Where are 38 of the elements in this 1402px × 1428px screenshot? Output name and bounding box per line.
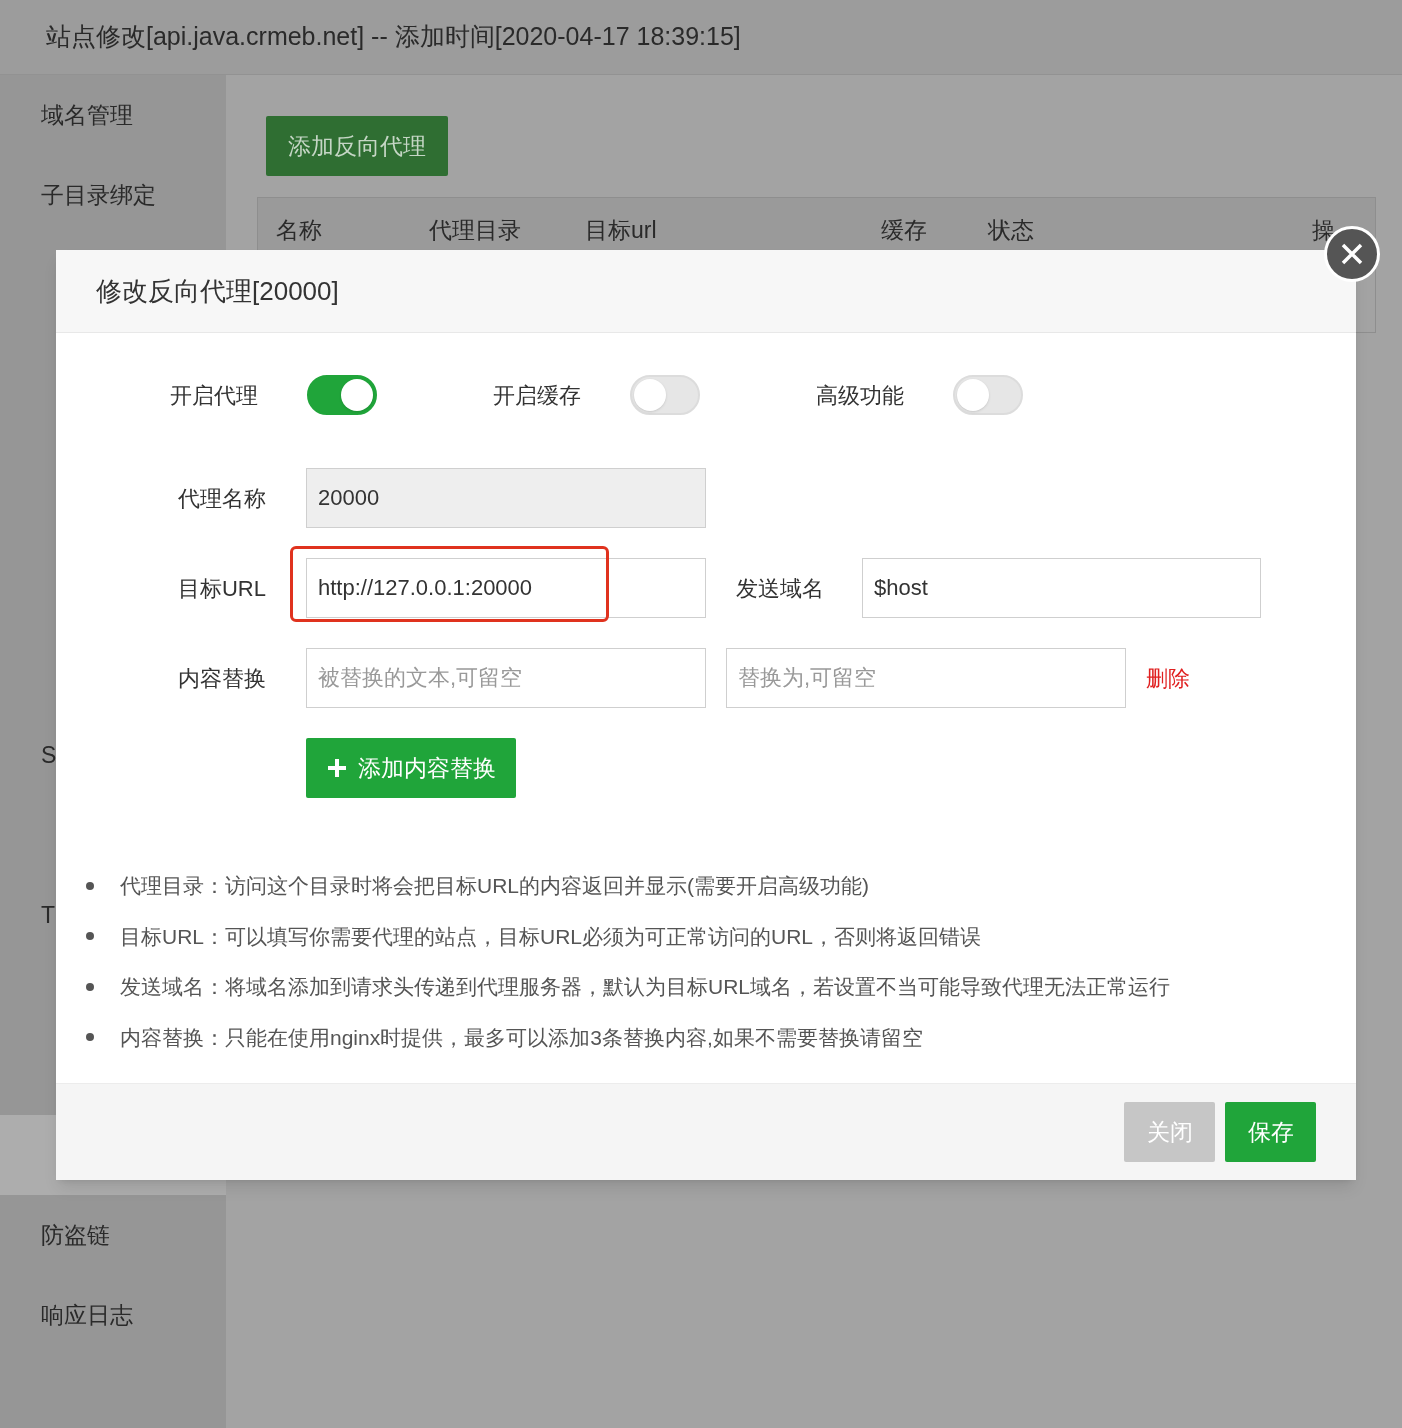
window-title: 站点修改[api.java.crmeb.net] -- 添加时间[2020-04-17 18:39:15] [46, 21, 741, 53]
field-label: 发送域名 [736, 574, 825, 603]
add-replacement-button[interactable]: 添加内容替换 [306, 738, 516, 798]
field-label: 代理名称 [177, 484, 266, 513]
field-label: 内容替换 [177, 664, 266, 693]
note-text: 目标URL：可以填写你需要代理的站点，目标URL必须为可正常访问的URL，否则将返回错误 [120, 923, 982, 950]
replace-from-field[interactable]: 被替换的文本,可留空 [306, 648, 706, 708]
sidebar-item[interactable]: 域名管理 [0, 75, 226, 155]
dialog-title: 修改反向代理[20000] [96, 274, 339, 308]
column-header: 状态 [988, 216, 1034, 243]
column-header: 代理目录 [429, 216, 521, 243]
column-header: 目标url [585, 216, 657, 243]
toggle-label: 开启代理 [170, 381, 259, 410]
note-text: 代理目录：访问这个目录时将会把目标URL的内容返回并显示(需要开启高级功能) [120, 873, 869, 899]
add-proxy-button[interactable]: 添加反向代理 [266, 116, 448, 176]
column-header: 操 [1312, 216, 1335, 243]
bullet-icon [86, 1033, 94, 1042]
toggle-label: 高级功能 [816, 381, 905, 410]
note-text: 发送域名：将域名添加到请求头传递到代理服务器，默认为目标URL域名，若设置不当可能导致代理无法正常运行 [120, 974, 1170, 1000]
field-label: 目标URL [177, 574, 266, 603]
host-field[interactable]: $host [862, 558, 1261, 618]
replace-to-field[interactable]: 替换为,可留空 [726, 648, 1126, 708]
sidebar-item[interactable]: 防盗链 [0, 1195, 226, 1275]
sidebar-item[interactable]: 响应日志 [0, 1275, 226, 1355]
bullet-icon [86, 982, 94, 991]
sidebar-item[interactable]: 子目录绑定 [0, 155, 226, 235]
column-header: 名称 [276, 216, 322, 243]
delete-link[interactable]: 删除 [1146, 661, 1190, 695]
plus-icon [326, 757, 348, 779]
bullet-icon [86, 932, 94, 941]
dialog-button[interactable]: 保存 [1225, 1102, 1316, 1162]
toggle-label: 开启缓存 [493, 381, 582, 410]
close-icon [1340, 242, 1364, 266]
toggle-switch[interactable] [307, 375, 377, 415]
target-url-field[interactable]: http://127.0.0.1:20000 [306, 558, 706, 618]
note-text: 内容替换：只能在使用nginx时提供，最多可以添加3条替换内容,如果不需要替换请留空 [120, 1024, 923, 1051]
column-header: 缓存 [881, 216, 927, 243]
bullet-icon [86, 881, 94, 890]
